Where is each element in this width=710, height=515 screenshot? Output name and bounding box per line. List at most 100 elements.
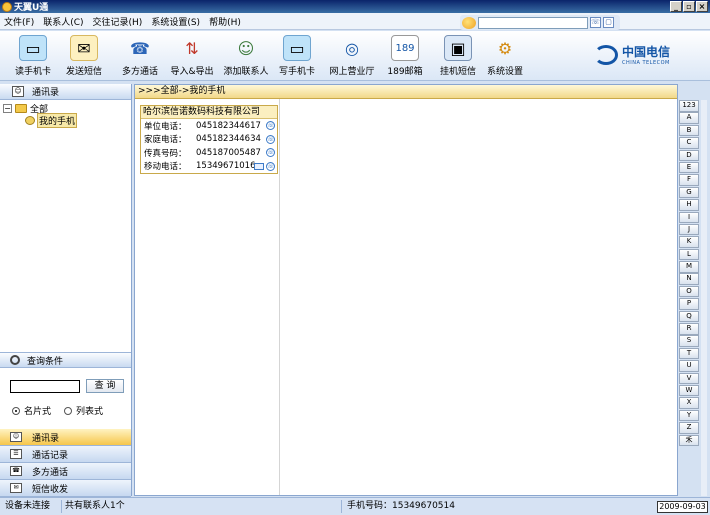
nav-sms[interactable]: ✉ 短信收发	[0, 480, 131, 497]
alpha-index-button[interactable]: D	[679, 149, 699, 162]
alpha-index-button[interactable]: H	[679, 199, 699, 211]
alpha-index-button[interactable]: I	[679, 211, 699, 224]
call-log-icon: ☰	[10, 449, 22, 459]
alpha-index-button[interactable]: 123	[679, 100, 699, 112]
alpha-index-button[interactable]: L	[679, 248, 699, 261]
dial-icon[interactable]: ☏	[266, 148, 275, 158]
window-title: 天翼U通	[14, 3, 49, 13]
query-button[interactable]: 查 询	[86, 379, 124, 393]
radio-list-view[interactable]: 列表式	[64, 404, 103, 417]
contact-card[interactable]: 哈尔滨信诺数码科技有限公司 单位电话： 045182344617 ☏ 家庭电话：…	[140, 105, 278, 174]
alpha-index-button[interactable]: S	[679, 335, 699, 347]
dial-icon[interactable]: ☏	[266, 161, 275, 171]
settings-button[interactable]: ⚙ 系统设置	[475, 33, 535, 79]
alpha-index-button[interactable]: M	[679, 261, 699, 273]
tree-node-my-phone[interactable]: 我的手机	[3, 112, 131, 128]
contact-book-icon: ☺	[12, 86, 24, 97]
folder-icon	[15, 103, 27, 113]
alpha-index-button[interactable]: X	[679, 397, 699, 409]
query-input[interactable]	[10, 380, 80, 393]
minimize-button[interactable]: _	[670, 1, 682, 12]
menu-history[interactable]: 交往记录(H)	[93, 15, 143, 28]
mail189-icon: 189	[391, 35, 419, 61]
status-device: 设备未连接	[2, 500, 62, 513]
menu-help[interactable]: 帮助(H)	[209, 15, 241, 28]
online-hall-button[interactable]: ◎ 网上营业厅	[322, 33, 382, 79]
restore-button[interactable]: ▫	[683, 1, 695, 12]
card-row-home-phone: 家庭电话： 045182344634 ☏	[144, 134, 275, 146]
status-contact-count: 共有联系人1个	[62, 500, 342, 513]
status-date: 2009-09-03	[657, 501, 708, 513]
alpha-index-button[interactable]: U	[679, 360, 699, 372]
alpha-index-button[interactable]: 禾	[679, 434, 699, 447]
alpha-index-button[interactable]: K	[679, 236, 699, 248]
menu-contacts[interactable]: 联系人(C)	[43, 15, 83, 28]
alpha-index-button[interactable]: Y	[679, 409, 699, 422]
alpha-index-button[interactable]: E	[679, 161, 699, 174]
phone-group-icon	[25, 115, 35, 125]
online-hall-icon: ◎	[345, 38, 359, 58]
sim-card-write-icon: ▭	[283, 35, 311, 61]
dial-icon[interactable]: ☏	[266, 121, 275, 131]
alpha-index-button[interactable]: F	[679, 174, 699, 186]
swirl-logo-icon	[462, 16, 476, 29]
sms-icon[interactable]	[254, 162, 264, 170]
nav-call-log[interactable]: ☰ 通话记录	[0, 446, 131, 463]
alpha-index-button[interactable]: J	[679, 223, 699, 236]
dial-icon[interactable]: ☏	[266, 134, 275, 144]
toolbar: ▭ 读手机卡 ✉ 发送短信 ☎ 多方通话 ⇅ 导入&导出 ☺ 添加联系人 ▭ 写…	[0, 31, 710, 81]
alpha-index-button[interactable]: G	[679, 186, 699, 199]
telecom-swirl-icon	[593, 44, 618, 65]
multi-call-icon: ☎	[130, 38, 150, 58]
quick-search: ☏ ▢	[460, 15, 620, 30]
alpha-index-button[interactable]: R	[679, 323, 699, 335]
card-row-work-phone: 单位电话： 045182344617 ☏	[144, 120, 275, 132]
nav-contacts[interactable]: ☺ 通讯录	[0, 429, 131, 446]
alpha-index-button[interactable]: C	[679, 137, 699, 149]
alpha-index-button[interactable]: W	[679, 384, 699, 397]
tree-expander-icon[interactable]: −	[3, 103, 12, 113]
multi-call-button[interactable]: ☎ 多方通话	[110, 33, 170, 79]
status-phone-number: 手机号码：15349670514	[347, 501, 455, 511]
send-sms-button[interactable]: ✉ 发送短信	[54, 33, 114, 79]
menu-file[interactable]: 文件(F)	[4, 15, 34, 28]
alpha-index-button[interactable]: A	[679, 112, 699, 124]
write-sim-button[interactable]: ▭ 写手机卡	[267, 33, 327, 79]
quick-search-input[interactable]	[478, 16, 588, 29]
china-telecom-logo: 中国电信 CHINA TELECOM	[593, 43, 670, 66]
alpha-index-button[interactable]: V	[679, 372, 699, 385]
radio-card-view[interactable]: 名片式	[12, 404, 51, 417]
column-divider	[279, 99, 280, 495]
alpha-index-button[interactable]: T	[679, 347, 699, 360]
breadcrumb: >>>全部->我的手机	[135, 85, 677, 99]
close-button[interactable]: ×	[696, 1, 708, 12]
alpha-index-button[interactable]: O	[679, 285, 699, 298]
alpha-index-button[interactable]: N	[679, 273, 699, 285]
multi-call-icon: ☎	[10, 466, 22, 476]
window-toggle-icon[interactable]: ▢	[603, 17, 614, 28]
settings-gear-icon: ⚙	[497, 38, 513, 58]
import-export-icon: ⇅	[185, 38, 199, 58]
radio-selected-icon[interactable]	[12, 406, 20, 415]
side-strip	[701, 100, 707, 496]
menu-settings[interactable]: 系统设置(S)	[151, 15, 200, 28]
alpha-index-button[interactable]: B	[679, 124, 699, 137]
sms-envelope-icon: ✉	[10, 483, 22, 493]
alpha-index-button[interactable]: Z	[679, 422, 699, 434]
card-row-mobile: 移动电话： 15349671016 ☏	[144, 161, 275, 173]
status-bar: 设备未连接 共有联系人1个 手机号码：15349670514 2009-09-0…	[0, 497, 710, 515]
card-row-fax: 传真号码： 045187005487 ☏	[144, 147, 275, 159]
left-panel: ☺ 通讯录 − 全部 我的手机 查询条件 查 询 名片式 列表式 ☺ 通讯录 ☰	[0, 84, 132, 497]
alpha-index-button[interactable]: P	[679, 298, 699, 310]
import-export-button[interactable]: ⇅ 导入&导出	[162, 33, 222, 79]
dial-icon[interactable]: ☏	[590, 17, 601, 28]
query-header: 查询条件	[0, 352, 131, 368]
nav-multi-call[interactable]: ☎ 多方通话	[0, 463, 131, 480]
mail189-button[interactable]: 189 189邮箱	[375, 33, 435, 79]
contact-book-icon: ☺	[10, 432, 22, 442]
nav-list: ☺ 通讯录 ☰ 通话记录 ☎ 多方通话 ✉ 短信收发	[0, 429, 131, 497]
alpha-index-button[interactable]: Q	[679, 310, 699, 323]
sim-card-read-icon: ▭	[19, 35, 47, 61]
radio-unselected-icon[interactable]	[64, 406, 72, 415]
app-logo-icon	[2, 1, 12, 12]
